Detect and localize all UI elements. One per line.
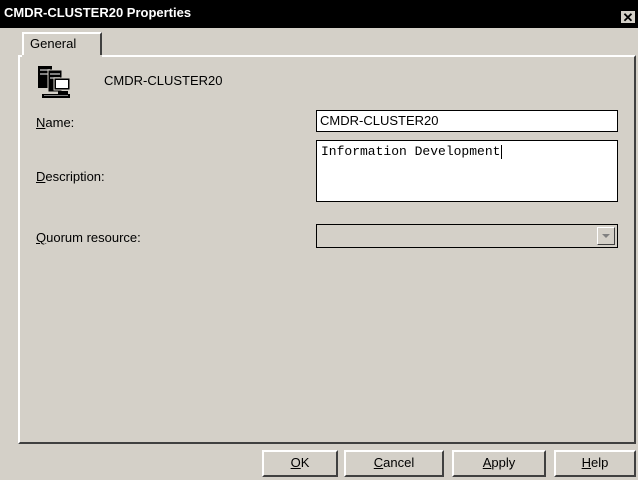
tab-general[interactable]: General xyxy=(22,32,102,56)
quorum-label-text: uorum resource: xyxy=(46,230,141,245)
close-button[interactable]: ✕ xyxy=(620,10,636,24)
title-bar[interactable]: CMDR-CLUSTER20 Properties ✕ xyxy=(0,0,638,28)
description-value: Information Development xyxy=(321,144,501,159)
apply-label: pply xyxy=(491,455,516,470)
cancel-label: ancel xyxy=(383,455,415,470)
properties-dialog: CMDR-CLUSTER20 Properties ✕ General CMDR… xyxy=(0,0,638,480)
ok-button[interactable]: OK xyxy=(262,450,338,477)
chevron-down-icon[interactable] xyxy=(597,227,615,245)
window-title: CMDR-CLUSTER20 Properties xyxy=(4,5,192,20)
cancel-button[interactable]: Cancel xyxy=(344,450,444,477)
help-mnemonic: H xyxy=(581,455,592,470)
tab-connector xyxy=(22,55,102,59)
tab-general-label: General xyxy=(30,36,77,51)
name-label: Name: xyxy=(36,115,74,130)
name-value: CMDR-CLUSTER20 xyxy=(320,113,439,128)
name-field[interactable]: CMDR-CLUSTER20 xyxy=(316,110,618,132)
cluster-name: CMDR-CLUSTER20 xyxy=(104,73,223,88)
cancel-mnemonic: C xyxy=(373,455,384,470)
description-label-mnemonic: D xyxy=(36,169,46,184)
name-label-text: ame: xyxy=(45,115,75,130)
ok-mnemonic: O xyxy=(290,455,301,470)
ok-label: K xyxy=(300,455,310,470)
quorum-label: Quorum resource: xyxy=(36,230,141,245)
quorum-label-mnemonic: Q xyxy=(36,230,47,245)
description-label-text: escription: xyxy=(45,169,105,184)
quorum-resource-select[interactable] xyxy=(316,224,618,248)
apply-button[interactable]: Apply xyxy=(452,450,546,477)
text-caret xyxy=(501,144,503,159)
help-button[interactable]: Help xyxy=(554,450,636,477)
cluster-icon xyxy=(36,64,72,100)
description-label: Description: xyxy=(36,169,105,184)
description-field[interactable]: Information Development xyxy=(316,140,618,202)
help-label: elp xyxy=(591,455,609,470)
name-label-mnemonic: N xyxy=(36,115,46,130)
